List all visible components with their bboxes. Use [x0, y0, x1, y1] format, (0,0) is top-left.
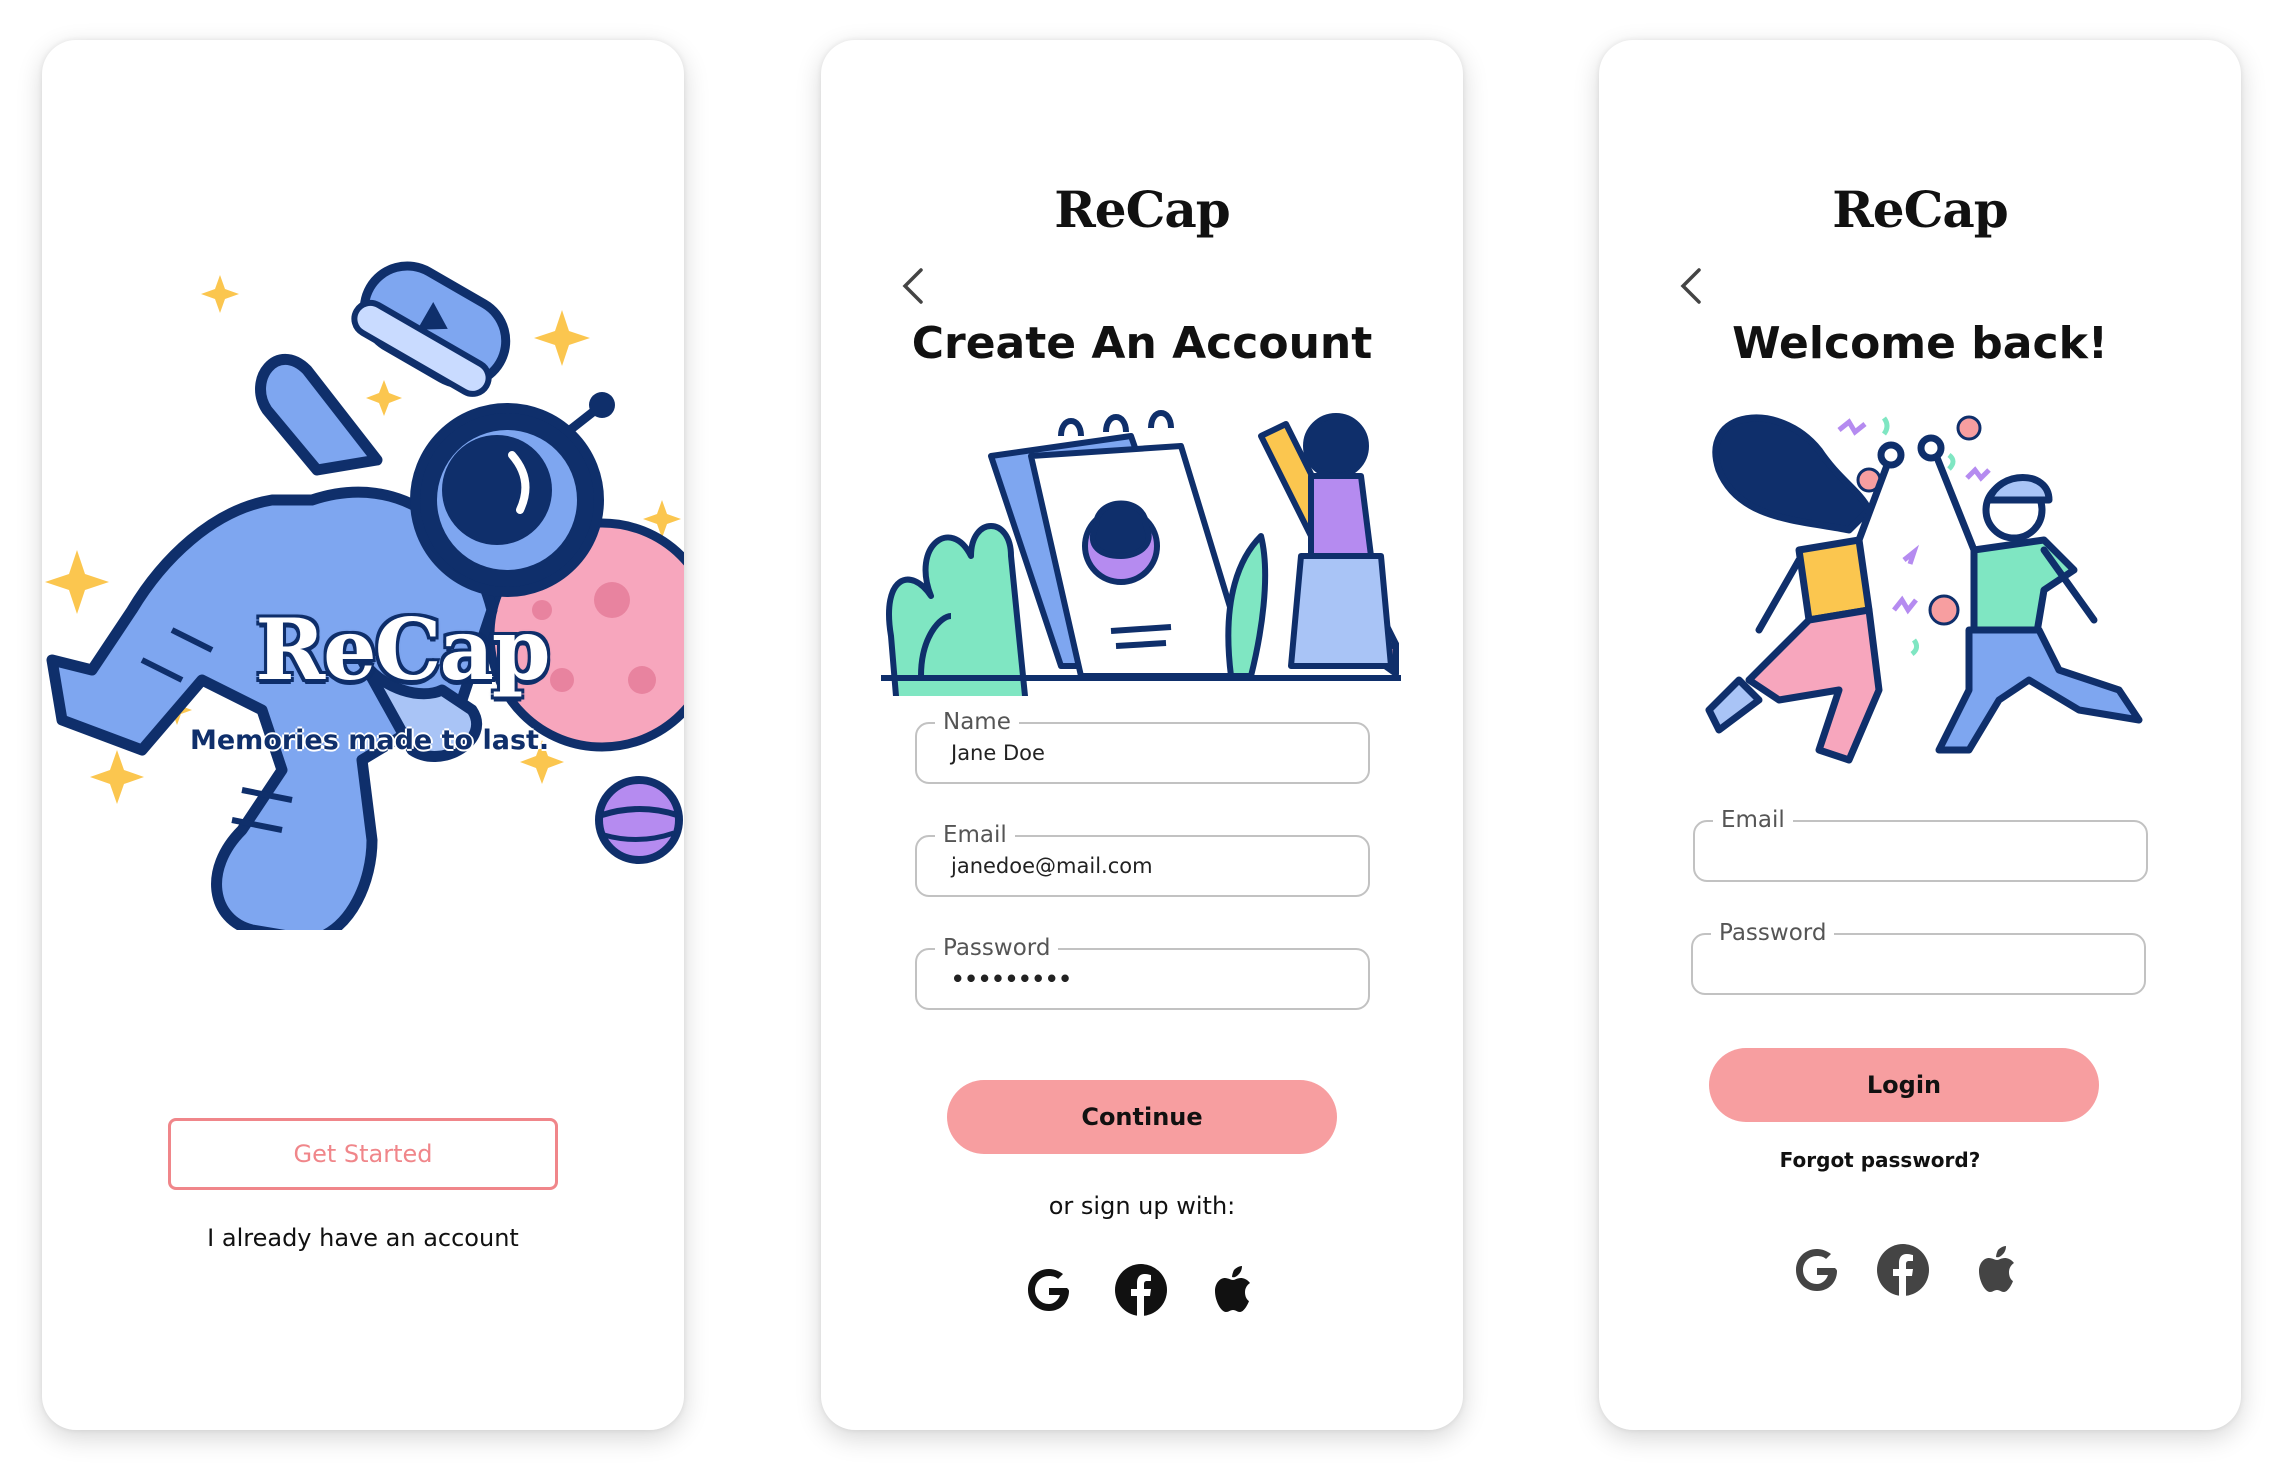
password-label: Password [1711, 920, 1835, 946]
page-title: Welcome back! [1732, 318, 2108, 369]
facebook-icon[interactable] [1875, 1242, 1931, 1298]
login-button[interactable]: Login [1709, 1048, 2099, 1122]
astronaut-illustration [45, 261, 684, 930]
apple-icon[interactable] [1207, 1262, 1263, 1318]
password-value: ••••••••• [951, 967, 1072, 991]
forgot-password-link[interactable]: Forgot password? [1599, 1148, 2201, 1172]
password-field[interactable]: Password [1691, 920, 2146, 995]
password-label: Password [935, 935, 1059, 961]
brand-logo: ReCap [255, 600, 550, 699]
welcome-screen: ReCap Memories made to last. Get Started… [42, 40, 684, 1430]
login-screen: ReCap Welcome back! Email Password Login… [1599, 40, 2241, 1430]
continue-button[interactable]: Continue [947, 1080, 1337, 1154]
name-value: Jane Doe [951, 741, 1045, 765]
back-chevron-icon[interactable] [1671, 266, 1711, 306]
brand-logo: ReCap [1054, 180, 1231, 239]
signup-screen: ReCap Create An Account Name Jane Doe Em… [821, 40, 1463, 1430]
back-chevron-icon[interactable] [893, 266, 933, 306]
brand-logo: ReCap [1832, 180, 2009, 239]
have-account-link[interactable]: I already have an account [42, 1224, 684, 1252]
password-field[interactable]: Password ••••••••• [915, 935, 1370, 1010]
apple-icon[interactable] [1971, 1242, 2027, 1298]
page-title: Create An Account [911, 318, 1373, 369]
google-icon[interactable] [1789, 1242, 1845, 1298]
google-icon[interactable] [1021, 1262, 1077, 1318]
tagline: Memories made to last. [190, 725, 550, 756]
email-field[interactable]: Email [1693, 807, 2148, 882]
email-field[interactable]: Email janedoe@mail.com [915, 822, 1370, 897]
notebook-illustration [881, 410, 1401, 696]
email-value: janedoe@mail.com [951, 854, 1153, 878]
high-five-illustration [1705, 414, 2143, 764]
name-field[interactable]: Name Jane Doe [915, 709, 1370, 784]
name-label: Name [935, 709, 1019, 735]
get-started-button[interactable]: Get Started [168, 1118, 558, 1190]
email-label: Email [1713, 807, 1793, 833]
facebook-icon[interactable] [1113, 1262, 1169, 1318]
email-label: Email [935, 822, 1015, 848]
or-signup-text: or sign up with: [1048, 1192, 1236, 1220]
